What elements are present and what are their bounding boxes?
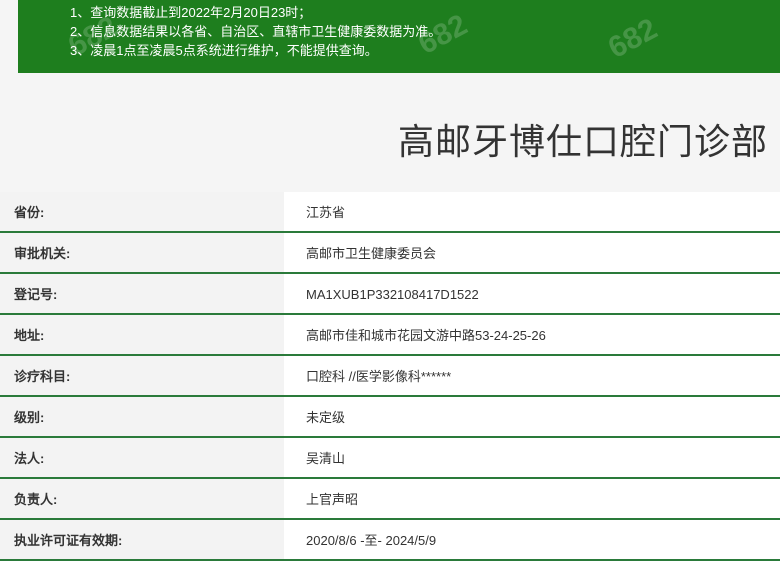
row-value: 吴清山 — [284, 438, 780, 477]
row-value: 高邮市卫生健康委员会 — [284, 233, 780, 272]
row-value: 2020/8/6 -至- 2024/5/9 — [284, 520, 780, 559]
page-title: 高邮牙博仕口腔门诊部 — [397, 122, 768, 163]
row-label: 省份: — [0, 192, 284, 231]
table-row: 省份: 江苏省 — [0, 192, 780, 233]
table-row: 审批机关: 高邮市卫生健康委员会 — [0, 233, 780, 274]
table-row: 负责人: 上官声昭 — [0, 479, 780, 520]
row-label: 负责人: — [0, 479, 284, 518]
row-label: 法人: — [0, 438, 284, 477]
table-row: 执业许可证有效期: 2020/8/6 -至- 2024/5/9 — [0, 520, 780, 561]
notice-line-1: 1、查询数据截止到2022年2月20日23时； — [70, 5, 312, 20]
row-label: 地址: — [0, 315, 284, 354]
row-label: 执业许可证有效期: — [0, 520, 284, 559]
table-row: 登记号: MA1XUB1P332108417D1522 — [0, 274, 780, 315]
table-row: 地址: 高邮市佳和城市花园文游中路53-24-25-26 — [0, 315, 780, 356]
row-value: 江苏省 — [284, 192, 780, 231]
table-row: 法人: 吴清山 — [0, 438, 780, 479]
details-table: 省份: 江苏省 审批机关: 高邮市卫生健康委员会 登记号: MA1XUB1P33… — [0, 192, 780, 561]
row-label: 级别: — [0, 397, 284, 436]
row-value: 上官声昭 — [284, 479, 780, 518]
row-label: 诊疗科目: — [0, 356, 284, 395]
row-value: 高邮市佳和城市花园文游中路53-24-25-26 — [284, 315, 780, 354]
row-label: 登记号: — [0, 274, 284, 313]
row-value: MA1XUB1P332108417D1522 — [284, 274, 780, 313]
table-row: 级别: 未定级 — [0, 397, 780, 438]
table-row: 诊疗科目: 口腔科 //医学影像科****** — [0, 356, 780, 397]
notice-banner: 1、查询数据截止到2022年2月20日23时； 2、信息数据结果以各省、自治区、… — [18, 0, 780, 73]
row-value: 未定级 — [284, 397, 780, 436]
row-label: 审批机关: — [0, 233, 284, 272]
title-area: 高邮牙博仕口腔门诊部 — [0, 73, 780, 189]
row-value: 口腔科 //医学影像科****** — [284, 356, 780, 395]
